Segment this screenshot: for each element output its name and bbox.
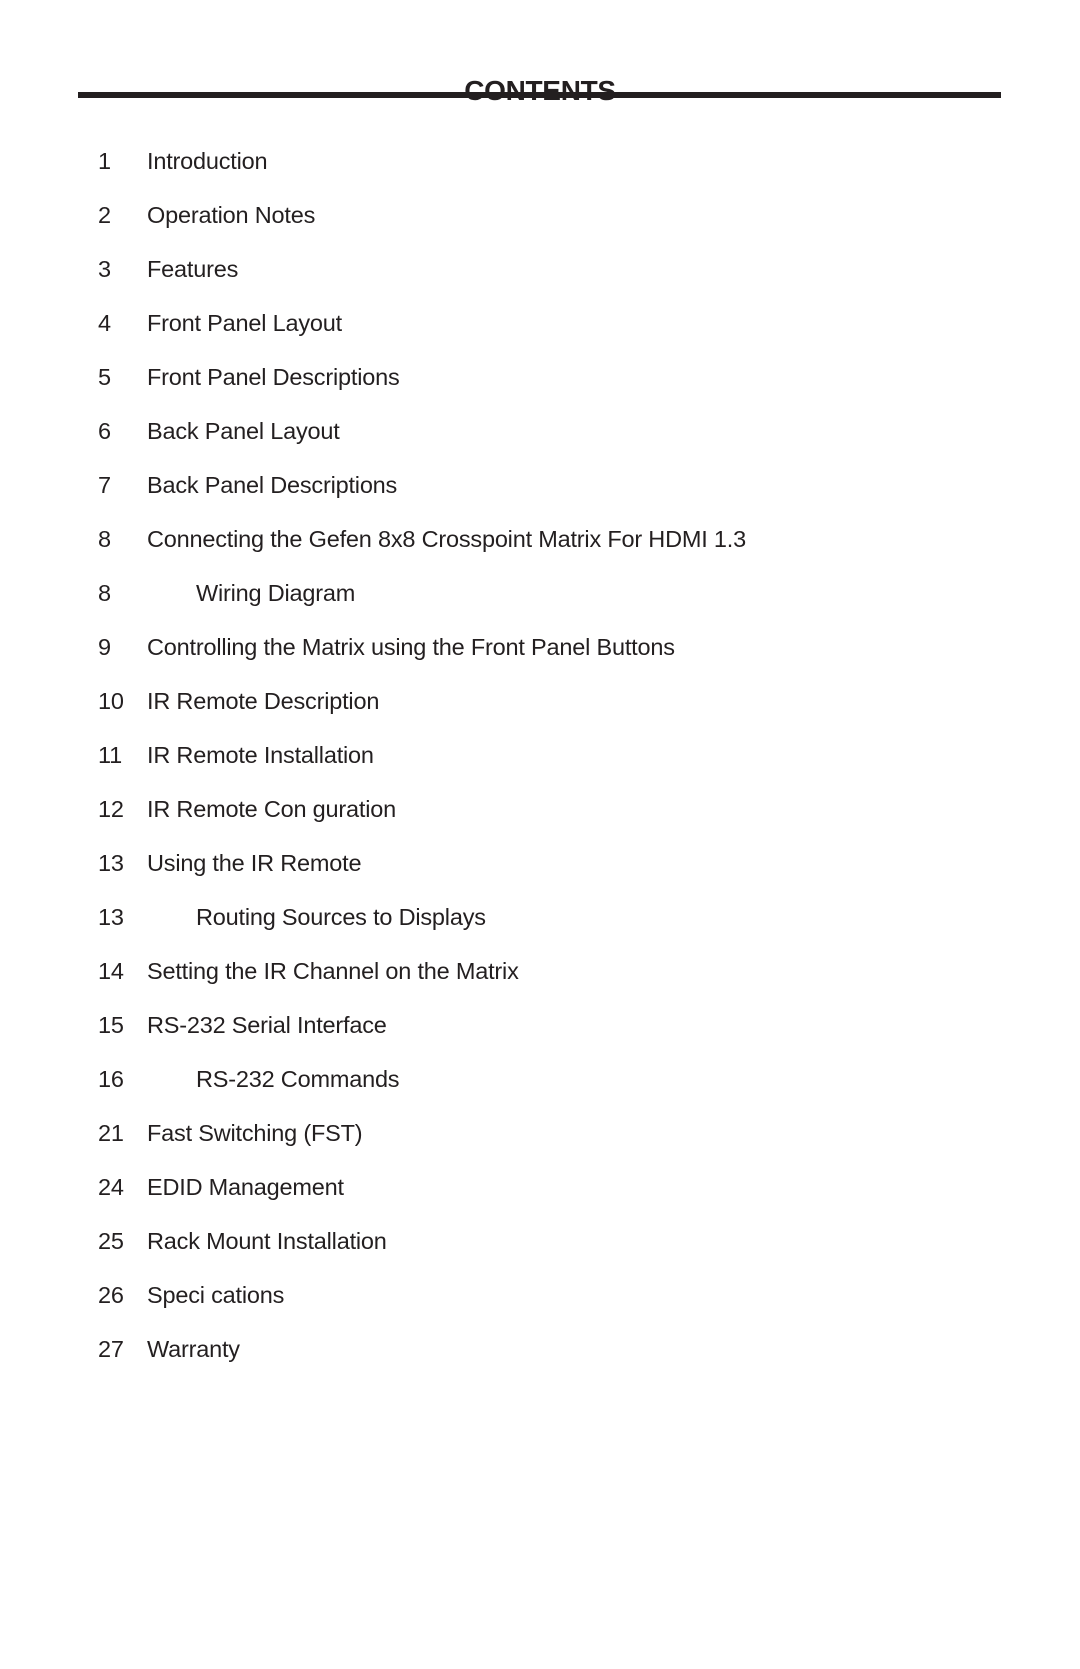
title-rule bbox=[78, 92, 1001, 98]
toc-entry[interactable]: 12 IR Remote Con guration bbox=[0, 794, 1080, 824]
toc-entry-title: Wiring Diagram bbox=[196, 580, 356, 606]
toc-page-number: 9 bbox=[98, 634, 111, 660]
toc-entry[interactable]: 9 Controlling the Matrix using the Front … bbox=[0, 632, 1080, 662]
toc-entry[interactable]: 27 Warranty bbox=[0, 1334, 1080, 1364]
toc-page-number: 16 bbox=[98, 1066, 124, 1092]
toc-entry-title: Features bbox=[147, 256, 239, 282]
toc-page-number: 8 bbox=[98, 526, 111, 552]
toc-entry-title: Warranty bbox=[147, 1336, 240, 1362]
toc-page-number: 13 bbox=[98, 904, 124, 930]
toc-entry-title: Front Panel Layout bbox=[147, 310, 342, 336]
toc-page-number: 4 bbox=[98, 310, 111, 336]
toc-page-number: 6 bbox=[98, 418, 111, 444]
toc-entry-title: RS-232 Serial Interface bbox=[147, 1012, 387, 1038]
toc-page-number: 2 bbox=[98, 202, 111, 228]
toc-entry-title: Fast Switching (FST) bbox=[147, 1120, 363, 1146]
toc-entry[interactable]: 2 Operation Notes bbox=[0, 200, 1080, 230]
toc-entry-title: Rack Mount Installation bbox=[147, 1228, 387, 1254]
toc-page-number: 21 bbox=[98, 1120, 124, 1146]
toc-entry-title: Using the IR Remote bbox=[147, 850, 362, 876]
toc-page-number: 25 bbox=[98, 1228, 124, 1254]
toc-entry[interactable]: 7 Back Panel Descriptions bbox=[0, 470, 1080, 500]
toc-entry-title: Routing Sources to Displays bbox=[196, 904, 486, 930]
toc-entry[interactable]: 8 Connecting the Gefen 8x8 Crosspoint Mat… bbox=[0, 524, 1080, 554]
toc-page-number: 12 bbox=[98, 796, 124, 822]
toc-entry-title: IR Remote Description bbox=[147, 688, 380, 714]
toc-entry-title: Front Panel Descriptions bbox=[147, 364, 400, 390]
toc-entry[interactable]: 1 Introduction bbox=[0, 146, 1080, 176]
toc-entry-title: Introduction bbox=[147, 148, 268, 174]
toc-page-number: 14 bbox=[98, 958, 124, 984]
toc-page-number: 3 bbox=[98, 256, 111, 282]
toc-entry[interactable]: 14 Setting the IR Channel on the Matrix bbox=[0, 956, 1080, 986]
toc-entry-title: Back Panel Layout bbox=[147, 418, 340, 444]
toc-entry-title: Controlling the Matrix using the Front P… bbox=[147, 634, 675, 660]
toc-entry-title: Speci cations bbox=[147, 1282, 285, 1308]
toc-entry[interactable]: 11 IR Remote Installation bbox=[0, 740, 1080, 770]
toc-subentry[interactable]: 8 Wiring Diagram bbox=[0, 578, 1080, 608]
toc-page-number: 10 bbox=[98, 688, 124, 714]
toc-entry[interactable]: 26 Speci cations bbox=[0, 1280, 1080, 1310]
toc-entry[interactable]: 24 EDID Management bbox=[0, 1172, 1080, 1202]
toc-page-number: 15 bbox=[98, 1012, 124, 1038]
toc-page-number: 1 bbox=[98, 148, 111, 174]
toc-entry[interactable]: 15 RS-232 Serial Interface bbox=[0, 1010, 1080, 1040]
toc-page-number: 26 bbox=[98, 1282, 124, 1308]
toc-page-number: 13 bbox=[98, 850, 124, 876]
toc-entry-title: EDID Management bbox=[147, 1174, 344, 1200]
toc-page-number: 7 bbox=[98, 472, 111, 498]
toc-page-number: 5 bbox=[98, 364, 111, 390]
toc-subentry[interactable]: 13 Routing Sources to Displays bbox=[0, 902, 1080, 932]
toc-page-number: 27 bbox=[98, 1336, 124, 1362]
toc-page-number: 8 bbox=[98, 580, 111, 606]
toc-entry-title: Back Panel Descriptions bbox=[147, 472, 398, 498]
toc-entry[interactable]: 13 Using the IR Remote bbox=[0, 848, 1080, 878]
toc-entry[interactable]: 4 Front Panel Layout bbox=[0, 308, 1080, 338]
toc-entry[interactable]: 25 Rack Mount Installation bbox=[0, 1226, 1080, 1256]
toc-page-number: 11 bbox=[98, 742, 122, 768]
toc-entry-title: IR Remote Con guration bbox=[147, 796, 397, 822]
toc-entry-title: Connecting the Gefen 8x8 Crosspoint Matr… bbox=[147, 526, 746, 552]
toc-entry-title: IR Remote Installation bbox=[147, 742, 374, 768]
toc-entry[interactable]: 10 IR Remote Description bbox=[0, 686, 1080, 716]
toc-entry-title: RS-232 Commands bbox=[196, 1066, 400, 1092]
toc-entry-title: Setting the IR Channel on the Matrix bbox=[147, 958, 519, 984]
toc-entry[interactable]: 3 Features bbox=[0, 254, 1080, 284]
toc-entry[interactable]: 21 Fast Switching (FST) bbox=[0, 1118, 1080, 1148]
toc-entry[interactable]: 5 Front Panel Descriptions bbox=[0, 362, 1080, 392]
toc-entry-title: Operation Notes bbox=[147, 202, 316, 228]
toc-subentry[interactable]: 16 RS-232 Commands bbox=[0, 1064, 1080, 1094]
toc-page-number: 24 bbox=[98, 1174, 124, 1200]
page-title: CONTENTS bbox=[464, 74, 616, 106]
toc-entry[interactable]: 6 Back Panel Layout bbox=[0, 416, 1080, 446]
